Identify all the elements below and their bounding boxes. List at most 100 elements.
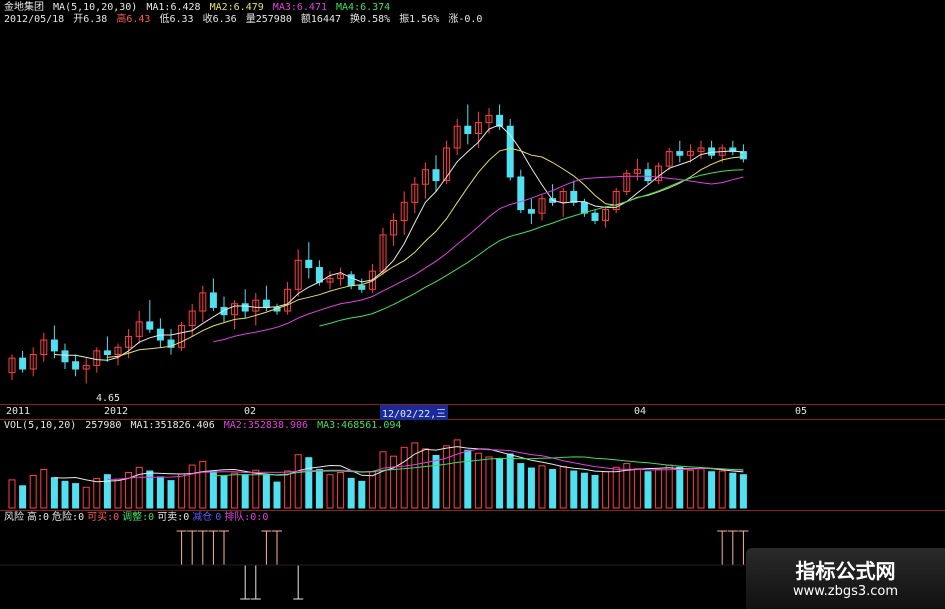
volume-bar	[29, 474, 37, 509]
close-value: 收6.36	[202, 14, 237, 25]
candle-body	[61, 350, 69, 363]
volume-header: VOL(5,10,20) 257980 MA1:351826.406 MA2:3…	[4, 420, 404, 432]
volume-bar	[527, 467, 535, 509]
volume-bar	[146, 470, 154, 509]
volume-bar	[167, 480, 175, 509]
volume-bar	[729, 472, 737, 509]
volume-ma3: MA3:468561.094	[317, 420, 402, 431]
stock-name[interactable]: 金地集团	[4, 2, 44, 13]
volume-bar	[199, 460, 207, 509]
volume-bar	[644, 471, 652, 509]
candle-body	[305, 259, 313, 269]
volume-bar	[188, 464, 196, 509]
low-price-label: 4.65	[96, 393, 121, 404]
volume-bar	[580, 472, 588, 509]
header-line-2: 2012/05/18 开6.38 高6.43 低6.33 收6.36 量2579…	[4, 14, 485, 26]
volume-bar	[252, 469, 260, 509]
volume-chart[interactable]	[0, 432, 945, 511]
volume-bar	[358, 480, 366, 509]
indicator-item: 调整:0	[122, 512, 155, 523]
volume-bar	[337, 471, 345, 509]
ma2-value: MA2:6.479	[209, 2, 264, 13]
volume-bar	[602, 471, 610, 509]
volume-bar	[220, 475, 228, 509]
indicator-item: 高:0	[27, 512, 50, 523]
candle-body	[432, 169, 440, 182]
watermark-url: www.zbgs3.com	[792, 584, 899, 599]
turnover-value: 换0.58%	[350, 14, 391, 25]
volume-bar	[8, 479, 16, 509]
candle-body	[739, 151, 747, 160]
volume-bar	[390, 455, 398, 509]
candle-body	[209, 292, 217, 308]
high-value: 高6.43	[116, 14, 151, 25]
volume-bar	[485, 456, 493, 509]
volume-bar	[697, 468, 705, 509]
time-label-2012: 2012	[104, 406, 129, 417]
volume-bar	[50, 477, 58, 509]
volume-current: 257980	[85, 420, 122, 431]
header-line-1: 金地集团 MA(5,10,20,30) MA1:6.428 MA2:6.479 …	[4, 2, 393, 14]
volume-bar	[284, 470, 292, 509]
time-label-05: 05	[795, 406, 808, 417]
volume-bar	[474, 452, 482, 509]
volume-bar	[72, 483, 80, 509]
ma1-value: MA1:6.428	[146, 2, 201, 13]
volume-value: 量257980	[245, 14, 292, 25]
volume-bar	[496, 458, 504, 509]
indicator-item: 可买:0	[87, 512, 120, 523]
volume-bar	[231, 472, 239, 509]
volume-bar	[273, 481, 281, 509]
candle-body	[517, 176, 525, 211]
indicator-header: 风险 高:0 危险:0 可买:0 调整:0 可卖:0 减仓 0 排队:0:0	[4, 512, 271, 524]
indicator-item: 危险:0	[52, 512, 85, 523]
volume-bar	[718, 470, 726, 509]
price-chart[interactable]	[0, 28, 945, 404]
volume-bar	[559, 466, 567, 509]
candle-body	[580, 201, 588, 214]
volume-bar	[379, 451, 387, 509]
candle-body	[315, 267, 323, 283]
volume-bar	[368, 471, 376, 509]
candle-body	[241, 303, 249, 312]
volume-bar	[294, 454, 302, 509]
amplitude-value: 振1.56%	[399, 14, 440, 25]
candle-body	[644, 169, 652, 182]
volume-bar	[40, 469, 48, 509]
volume-bar	[93, 477, 101, 509]
volume-bar	[241, 474, 249, 509]
ma4-value: MA4:6.374	[336, 2, 391, 13]
indicator-item: 减仓	[192, 512, 213, 523]
candle-body	[591, 212, 599, 221]
volume-ma2: MA2:352838.906	[223, 420, 309, 431]
volume-bar	[591, 474, 599, 509]
volume-bar	[739, 474, 747, 509]
time-label-2011: 2011	[6, 406, 31, 417]
volume-bar	[506, 453, 514, 509]
volume-bars[interactable]	[0, 432, 945, 510]
candle-body	[72, 361, 80, 370]
candlestick-chart[interactable]	[0, 28, 945, 404]
time-label-02: 02	[244, 406, 257, 417]
time-label-04: 04	[634, 406, 647, 417]
candle-body	[103, 350, 111, 356]
volume-bar	[676, 466, 684, 509]
ma5-line	[54, 124, 744, 361]
candle-body	[708, 147, 716, 156]
volume-bar	[262, 474, 270, 509]
candle-body	[146, 321, 154, 330]
watermark-title: 指标公式网	[795, 559, 896, 583]
volume-bar	[135, 466, 143, 509]
volume-bar	[326, 474, 334, 509]
volume-bar	[114, 478, 122, 509]
volume-bar	[82, 486, 90, 509]
ma-label: MA(5,10,20,30)	[53, 2, 138, 13]
volume-bar	[400, 446, 408, 509]
candle-body	[676, 151, 684, 156]
indicator-item: 风险	[4, 512, 24, 523]
candle-body	[50, 339, 58, 352]
volume-bar	[464, 449, 472, 509]
volume-bar	[421, 448, 429, 509]
volume-bar	[453, 439, 461, 509]
volume-ma1: MA1:351826.406	[130, 420, 215, 431]
